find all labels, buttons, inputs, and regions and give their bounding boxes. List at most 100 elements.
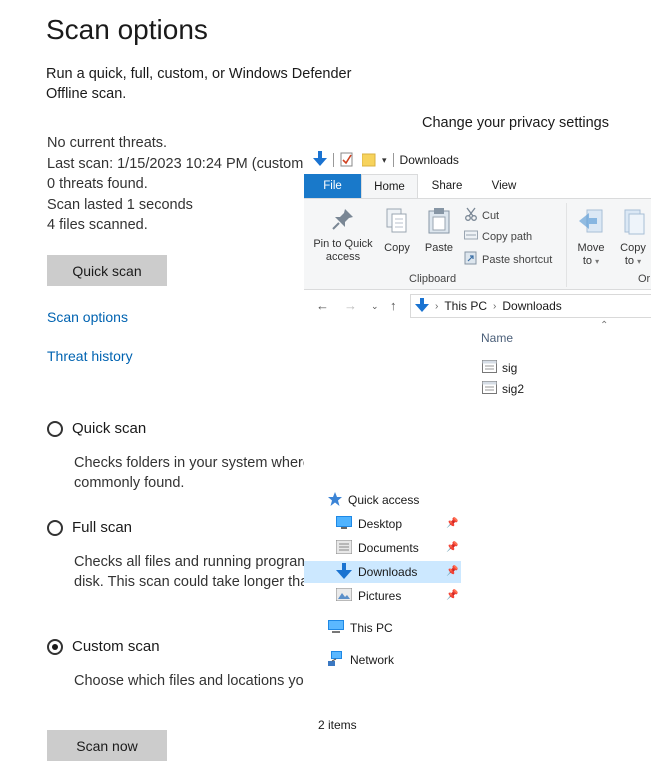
toolbar-divider [333, 153, 334, 167]
page-title: Scan options [46, 14, 208, 45]
nav-pictures-label: Pictures [358, 589, 402, 603]
tab-view[interactable]: View [476, 174, 532, 198]
page-description: Run a quick, full, custom, or Windows De… [46, 66, 352, 102]
copy-label: Copy [384, 242, 410, 254]
address-bar[interactable]: › This PC › Downloads [410, 294, 651, 318]
threat-status: No current threats. [47, 135, 168, 151]
copy-to-label: Copy to ▾ [620, 242, 646, 267]
scan-duration: Scan lasted 1 seconds [47, 196, 193, 213]
radio-indicator[interactable] [47, 638, 63, 655]
nav-network-label: Network [350, 653, 395, 667]
full-scan-radio[interactable]: Full scan [47, 519, 132, 536]
breadcrumb-separator-icon: › [493, 300, 497, 312]
paste-label: Paste [424, 242, 454, 254]
file-explorer-window: ▾ Downloads File Home Share View Pin to … [304, 146, 651, 756]
toolbar-divider [392, 153, 394, 167]
privacy-settings-link[interactable]: Change your privacy settings [422, 115, 609, 131]
scan-status: No current threats. Last scan: 1/15/2023… [47, 133, 343, 236]
copy-path-button[interactable]: Copy path [464, 229, 532, 244]
file-name: sig [502, 361, 518, 375]
breadcrumb-separator-icon: › [435, 300, 439, 312]
radio-label: Custom scan [72, 638, 160, 655]
cut-label: Cut [482, 209, 500, 222]
ribbon-group-divider [566, 203, 567, 287]
organize-group-label: Or [638, 273, 651, 285]
threat-history-link[interactable]: Threat history [47, 348, 133, 364]
copy-path-icon [464, 229, 478, 244]
quick-scan-radio[interactable]: Quick scan [47, 420, 146, 437]
scan-now-button[interactable]: Scan now [47, 730, 167, 761]
tab-file[interactable]: File [304, 174, 361, 198]
copy-to-button[interactable]: Copy to ▾ [616, 207, 650, 268]
move-to-button[interactable]: Move to ▾ [574, 207, 608, 268]
scan-options-link[interactable]: Scan options [47, 309, 128, 325]
status-bar-item-count: 2 items [318, 718, 357, 732]
nav-documents[interactable]: Documents [335, 537, 461, 559]
down-arrow-icon[interactable] [313, 150, 327, 170]
downloads-icon [336, 562, 352, 582]
radio-indicator[interactable] [47, 519, 63, 536]
file-name: sig2 [502, 382, 525, 396]
downloads-icon [415, 297, 429, 315]
tab-share[interactable]: Share [418, 174, 476, 198]
breadcrumb-this-pc[interactable]: This PC [444, 299, 487, 313]
nav-this-pc[interactable]: This PC [328, 617, 393, 639]
breadcrumb-downloads[interactable]: Downloads [502, 299, 561, 313]
radio-label: Full scan [72, 519, 133, 536]
up-arrow-icon[interactable]: ↑ [390, 298, 397, 313]
network-icon [328, 651, 344, 669]
computer-icon [328, 619, 344, 637]
properties-icon[interactable] [340, 151, 354, 170]
pin-icon[interactable]: 📌 [446, 542, 458, 553]
copy-icon [385, 207, 409, 239]
nav-quick-access[interactable]: Quick access [328, 489, 419, 511]
pin-icon[interactable]: 📌 [446, 518, 458, 529]
paste-button[interactable]: Paste [421, 207, 457, 255]
pin-icon[interactable]: 📌 [446, 590, 458, 601]
new-folder-icon[interactable] [361, 151, 376, 170]
copy-button[interactable]: Copy [380, 207, 414, 255]
nav-downloads[interactable]: Downloads [304, 561, 461, 583]
pin-icon [331, 207, 355, 235]
forward-arrow-icon[interactable]: → [344, 298, 357, 313]
nav-this-pc-label: This PC [350, 621, 393, 635]
paste-shortcut-icon [464, 251, 478, 268]
quick-scan-button[interactable]: Quick scan [47, 255, 167, 286]
window-title: Downloads [399, 153, 459, 167]
pin-label: Pin to Quick access [313, 238, 373, 263]
pictures-icon [335, 587, 353, 604]
desktop-icon [336, 516, 352, 532]
nav-pictures[interactable]: Pictures [335, 585, 461, 607]
customize-toolbar-icon[interactable]: ▾ [382, 155, 387, 166]
last-scan: Last scan: 1/15/2023 10:24 PM (custom sc… [47, 155, 343, 172]
column-header-name[interactable]: Name [481, 331, 513, 345]
radio-indicator[interactable] [47, 420, 63, 437]
star-icon [328, 491, 342, 509]
copy-to-icon [619, 207, 647, 239]
navigation-pane: Quick access Desktop 📌 Documents 📌 Downl… [304, 322, 461, 702]
file-item[interactable]: sig2 [482, 381, 524, 397]
copy-path-label: Copy path [482, 230, 533, 243]
clipboard-group-label: Clipboard [409, 273, 457, 285]
custom-scan-radio[interactable]: Custom scan [47, 638, 160, 655]
file-icon [482, 381, 497, 397]
back-arrow-icon[interactable]: ← [316, 298, 329, 313]
recent-locations-icon[interactable]: ⌄ [371, 301, 379, 312]
nav-documents-label: Documents [358, 541, 419, 555]
documents-icon [335, 539, 353, 557]
scissors-icon [464, 207, 478, 224]
file-item[interactable]: sig [482, 360, 517, 376]
move-to-icon [577, 207, 605, 239]
nav-desktop[interactable]: Desktop [336, 513, 461, 535]
cut-button[interactable]: Cut [464, 207, 499, 224]
file-icon [482, 360, 497, 376]
threats-found: 0 threats found. [47, 176, 148, 192]
tab-home[interactable]: Home [361, 174, 418, 198]
pin-to-quick-access-button[interactable]: Pin to Quick access [310, 207, 376, 264]
navigation-bar: ← → ⌄ ↑ › This PC › Downloads [304, 294, 651, 320]
paste-shortcut-button[interactable]: Paste shortcut [464, 251, 552, 268]
pin-icon[interactable]: 📌 [446, 566, 458, 577]
files-scanned: 4 files scanned. [47, 217, 148, 233]
nav-network[interactable]: Network [328, 649, 394, 671]
paste-shortcut-label: Paste shortcut [482, 253, 553, 266]
